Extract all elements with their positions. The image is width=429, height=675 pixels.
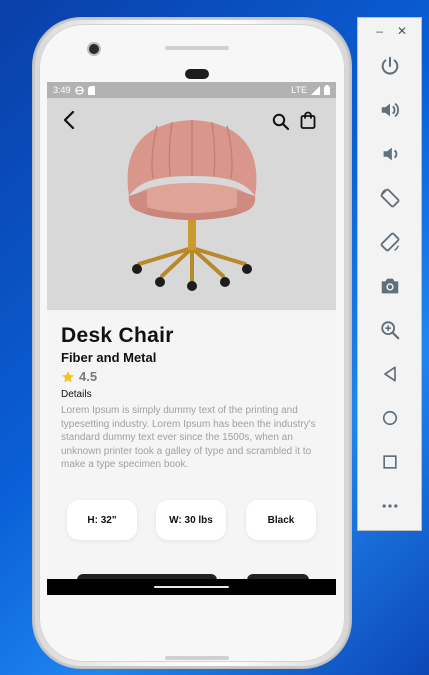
gesture-nav-bar	[47, 579, 336, 595]
desk-chair-image	[127, 119, 257, 291]
power-icon	[381, 56, 399, 75]
rotate-right-icon	[380, 232, 400, 252]
back-arrow-icon	[63, 111, 75, 129]
rotate-left-icon	[380, 188, 400, 208]
sync-icon	[74, 85, 84, 95]
product-title: Desk Chair	[61, 324, 174, 347]
battery-icon	[324, 85, 330, 95]
close-icon[interactable]: ✕	[397, 24, 407, 38]
screenshot-button[interactable]	[375, 271, 405, 301]
search-icon	[272, 113, 289, 130]
shopping-bag-icon	[300, 111, 316, 129]
front-camera	[89, 44, 99, 54]
more-icon	[382, 504, 398, 508]
network-type: LTE	[291, 85, 307, 95]
home-icon	[382, 410, 398, 426]
back-icon	[384, 366, 396, 382]
product-image-area	[47, 98, 336, 310]
product-details: Desk Chair Fiber and Metal 4.5 Details L…	[47, 310, 336, 582]
more-button[interactable]	[375, 491, 405, 521]
volume-up-button[interactable]	[375, 95, 405, 125]
signal-icon	[311, 85, 320, 95]
rotate-right-button[interactable]	[375, 227, 405, 257]
nav-overview-button[interactable]	[375, 447, 405, 477]
zoom-icon	[381, 321, 400, 340]
nav-back-button[interactable]	[375, 359, 405, 389]
device-screen: 3:49 LTE Desk Chair Fiber and Metal 4.5 …	[47, 82, 336, 595]
spec-height-chip[interactable]: H: 32"	[67, 500, 137, 540]
sd-card-icon	[87, 85, 95, 95]
details-heading: Details	[61, 389, 92, 400]
nav-home-button[interactable]	[375, 403, 405, 433]
spec-weight-chip[interactable]: W: 30 lbs	[156, 500, 226, 540]
cart-button[interactable]	[297, 109, 319, 131]
bottom-speaker-slot	[165, 656, 229, 660]
volume-down-button[interactable]	[375, 139, 405, 169]
spec-color-chip[interactable]: Black	[246, 500, 316, 540]
product-subtitle: Fiber and Metal	[61, 350, 157, 365]
back-button[interactable]	[57, 108, 81, 132]
overview-icon	[383, 455, 397, 469]
camera-icon	[381, 278, 399, 294]
status-bar: 3:49 LTE	[47, 82, 336, 98]
zoom-button[interactable]	[375, 315, 405, 345]
emulator-toolbar: – ✕	[357, 17, 422, 531]
volume-down-icon	[383, 147, 398, 161]
rotate-left-button[interactable]	[375, 183, 405, 213]
search-button[interactable]	[269, 110, 291, 132]
minimize-icon[interactable]: –	[376, 24, 383, 38]
rating-value: 4.5	[79, 369, 98, 384]
product-description: Lorem Ipsum is simply dummy text of the …	[61, 405, 316, 470]
star-icon	[62, 370, 74, 382]
top-speaker-slot	[165, 46, 229, 50]
product-rating: 4.5	[61, 369, 97, 384]
power-button[interactable]	[375, 51, 405, 81]
earpiece	[185, 69, 209, 79]
status-time: 3:49	[53, 85, 71, 95]
volume-up-icon	[381, 102, 399, 118]
home-gesture-handle[interactable]	[154, 586, 229, 588]
